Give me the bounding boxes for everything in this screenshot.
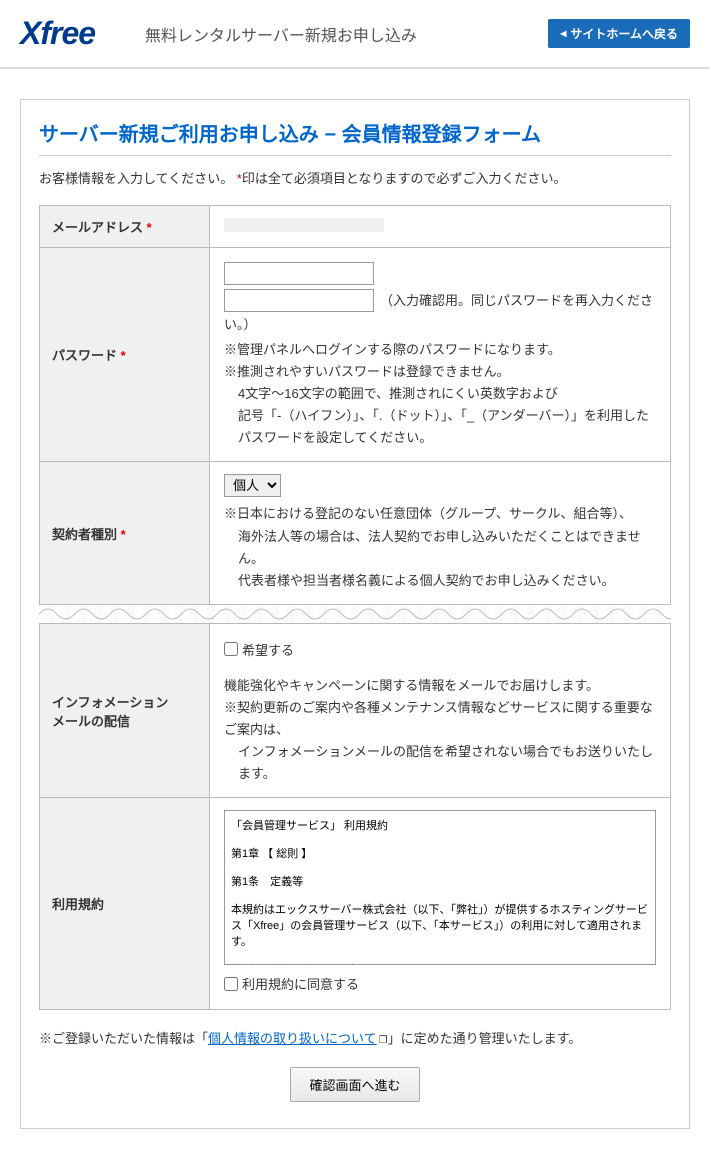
password-note-1: ※管理パネルへログインする際のパスワードになります。 bbox=[224, 339, 656, 361]
form-table-2: インフォメーション メールの配信 希望する 機能強化やキャンペーンに関する情報を… bbox=[39, 623, 671, 1010]
contract-note-1: ※日本における登記のない任意団体（グループ、サークル、組合等）、 bbox=[224, 503, 656, 525]
password-note-2: ※推測されやすいパスワードは登録できません。 bbox=[224, 361, 656, 383]
contract-type-label: 契約者種別 * bbox=[40, 462, 210, 604]
contract-note-3: 代表者様や担当者様名義による個人契約でお申し込みください。 bbox=[238, 570, 656, 592]
terms-agree-checkbox[interactable] bbox=[224, 977, 238, 991]
password-note-4: 記号「-（ハイフン）」、「.（ドット）」、「_（アンダーバー）」を利用した bbox=[238, 405, 656, 427]
form-container: サーバー新規ご利用お申し込み − 会員情報登録フォーム お客様情報を入力してくだ… bbox=[20, 99, 690, 1129]
password-note-3: 4文字〜16文字の範囲で、推測されにくい英数字および bbox=[238, 383, 656, 405]
terms-label: 利用規約 bbox=[40, 798, 210, 1010]
password-confirm-input[interactable] bbox=[224, 289, 374, 312]
contract-type-select[interactable]: 個人 bbox=[224, 474, 281, 497]
privacy-policy-link[interactable]: 個人情報の取り扱いについて bbox=[208, 1031, 377, 1046]
terms-textarea[interactable] bbox=[224, 810, 656, 965]
page-title: サーバー新規ご利用お申し込み − 会員情報登録フォーム bbox=[39, 118, 671, 156]
external-link-icon: ❐ bbox=[379, 1035, 388, 1046]
intro-text: お客様情報を入力してください。 *印は全て必須項目となりますので必ずご入力くださ… bbox=[39, 168, 671, 187]
form-table: メールアドレス * パスワード * （入力確認用。同じパスワードを再入力ください… bbox=[39, 205, 671, 605]
header-title: 無料レンタルサーバー新規お申し込み bbox=[145, 22, 417, 46]
password-input[interactable] bbox=[224, 262, 374, 285]
info-mail-note-1: 機能強化やキャンペーンに関する情報をメールでお届けします。 bbox=[224, 675, 656, 697]
logo: Xfree bbox=[20, 15, 95, 52]
email-label: メールアドレス * bbox=[40, 206, 210, 248]
info-mail-cell: 希望する 機能強化やキャンペーンに関する情報をメールでお届けします。 ※契約更新… bbox=[210, 623, 671, 797]
info-mail-note-3: インフォメーションメールの配信を希望されない場合でもお送りいたします。 bbox=[238, 741, 656, 785]
terms-cell: 利用規約に同意する bbox=[210, 798, 671, 1010]
info-mail-checkbox[interactable] bbox=[224, 642, 238, 656]
password-cell: （入力確認用。同じパスワードを再入力ください。） ※管理パネルへログインする際の… bbox=[210, 248, 671, 462]
email-value bbox=[210, 206, 671, 248]
terms-agree-label: 利用規約に同意する bbox=[242, 974, 359, 993]
site-home-back-link[interactable]: サイトホームへ戻る bbox=[548, 19, 690, 48]
contract-note-2: 海外法人等の場合は、法人契約でお申し込みいただくことはできません。 bbox=[238, 526, 656, 570]
password-note-5: パスワードを設定してください。 bbox=[238, 427, 656, 449]
footer-note: ※ご登録いただいた情報は「個人情報の取り扱いについて❐」に定めた通り管理いたしま… bbox=[39, 1028, 671, 1047]
confirm-button[interactable]: 確認画面へ進む bbox=[290, 1067, 419, 1102]
password-label: パスワード * bbox=[40, 248, 210, 462]
info-mail-checkbox-label: 希望する bbox=[242, 640, 294, 659]
header: Xfree 無料レンタルサーバー新規お申し込み サイトホームへ戻る bbox=[0, 0, 710, 69]
truncation-indicator bbox=[39, 604, 671, 624]
info-mail-label: インフォメーション メールの配信 bbox=[40, 623, 210, 797]
contract-type-cell: 個人 ※日本における登記のない任意団体（グループ、サークル、組合等）、 海外法人… bbox=[210, 462, 671, 604]
info-mail-note-2: ※契約更新のご案内や各種メンテナンス情報などサービスに関する重要なご案内は、 bbox=[224, 697, 656, 741]
